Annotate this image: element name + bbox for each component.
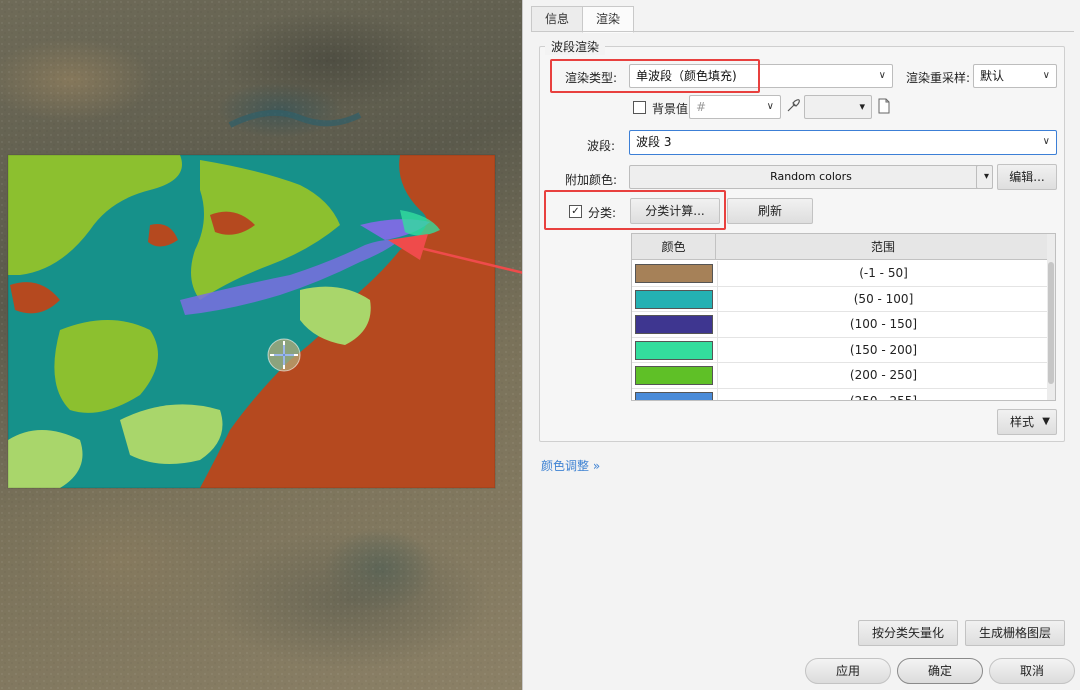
tab-info[interactable]: 信息: [531, 6, 584, 32]
chevron-down-icon: ∨: [766, 101, 774, 112]
classify-calc-button[interactable]: 分类计算...: [630, 198, 720, 224]
caret-down-icon: ▾: [983, 171, 989, 182]
edit-colors-button[interactable]: 编辑...: [997, 164, 1057, 190]
range-cell[interactable]: (150 - 200]: [717, 337, 1049, 363]
render-type-label: 渲染类型:: [565, 71, 618, 85]
class-table[interactable]: 颜色 范围 (-1 - 50] (50 - 100] (100 - 150] (…: [631, 233, 1056, 401]
chevron-down-icon: ∨: [1042, 136, 1050, 147]
table-row[interactable]: (250 - 255]: [632, 388, 1049, 400]
render-settings-dialog: 信息 渲染 波段渲染 渲染类型: 单波段（颜色填充) ∨ 渲染重采样: 默认 ∨…: [522, 0, 1080, 690]
tab-divider: [531, 31, 1074, 32]
band-select[interactable]: 波段 3 ∨: [629, 130, 1057, 155]
apply-button[interactable]: 应用: [805, 658, 891, 684]
range-cell[interactable]: (100 - 150]: [717, 312, 1049, 337]
range-cell[interactable]: (250 - 255]: [717, 388, 1049, 400]
range-cell[interactable]: (50 - 100]: [717, 286, 1049, 312]
range-cell[interactable]: (-1 - 50]: [717, 261, 1049, 286]
tab-bar: 信息 渲染: [531, 6, 635, 33]
extra-color-dropdown[interactable]: ▾: [976, 165, 993, 189]
tab-render[interactable]: 渲染: [582, 6, 635, 33]
extra-color-value: Random colors: [770, 170, 852, 183]
color-swatch[interactable]: [635, 391, 713, 400]
background-checkbox[interactable]: [633, 101, 646, 114]
classify-label: 分类:: [588, 206, 617, 220]
classify-checkbox[interactable]: ✓: [569, 205, 582, 218]
resample-value: 默认: [980, 69, 1005, 83]
table-row[interactable]: (-1 - 50]: [632, 261, 1047, 287]
file-icon[interactable]: [877, 98, 891, 114]
render-type-select[interactable]: 单波段（颜色填充) ∨: [629, 64, 893, 88]
resample-label: 渲染重采样:: [906, 71, 971, 85]
color-swatch[interactable]: [635, 315, 713, 334]
extra-color-label: 附加颜色:: [565, 173, 618, 187]
table-row[interactable]: (100 - 150]: [632, 312, 1047, 338]
double-chevron-right-icon: »: [592, 459, 601, 473]
background-value-input[interactable]: # ∨: [689, 95, 781, 119]
resample-select[interactable]: 默认 ∨: [973, 64, 1057, 88]
eyedropper-icon[interactable]: [785, 98, 801, 114]
range-cell[interactable]: (200 - 250]: [717, 363, 1049, 388]
range-column-header[interactable]: 范围: [717, 234, 1049, 260]
generate-raster-layer-button[interactable]: 生成栅格图层: [965, 620, 1065, 646]
group-title: 波段渲染: [545, 38, 606, 55]
background-label: 背景值: [652, 102, 689, 116]
background-placeholder: #: [696, 100, 707, 114]
table-row[interactable]: (150 - 200]: [632, 337, 1049, 363]
table-row[interactable]: (50 - 100]: [632, 286, 1049, 312]
color-adjust-link[interactable]: 颜色调整 »: [541, 457, 600, 474]
band-value: 波段 3: [636, 135, 672, 149]
ok-button[interactable]: 确定: [897, 658, 983, 684]
table-scrollbar[interactable]: [1047, 234, 1055, 400]
color-swatch[interactable]: [635, 340, 713, 360]
style-button-label: 样式: [1010, 415, 1035, 429]
background-color-picker[interactable]: ▾: [804, 95, 872, 119]
table-row[interactable]: (200 - 250]: [632, 363, 1047, 389]
cancel-button[interactable]: 取消: [989, 658, 1075, 684]
color-swatch[interactable]: [635, 264, 713, 283]
band-label: 波段:: [587, 139, 616, 153]
class-table-rows: (-1 - 50] (50 - 100] (100 - 150] (150 - …: [632, 261, 1049, 400]
scrollbar-thumb[interactable]: [1048, 262, 1054, 384]
class-table-header: 颜色 范围: [632, 234, 1055, 260]
vectorize-by-class-button[interactable]: 按分类矢量化: [858, 620, 958, 646]
chevron-down-icon: ∨: [878, 70, 886, 81]
extra-color-select[interactable]: Random colors: [629, 165, 993, 189]
color-swatch[interactable]: [635, 366, 713, 385]
caret-down-icon: ▼: [1042, 416, 1050, 427]
refresh-button[interactable]: 刷新: [727, 198, 813, 224]
chevron-down-icon: ∨: [1042, 70, 1050, 81]
style-button[interactable]: 样式 ▼: [997, 409, 1057, 435]
caret-down-icon: ▾: [859, 100, 865, 113]
render-type-value: 单波段（颜色填充): [636, 69, 737, 83]
color-swatch[interactable]: [635, 289, 713, 309]
color-column-header[interactable]: 颜色: [632, 234, 716, 260]
color-adjust-label: 颜色调整: [541, 459, 590, 473]
